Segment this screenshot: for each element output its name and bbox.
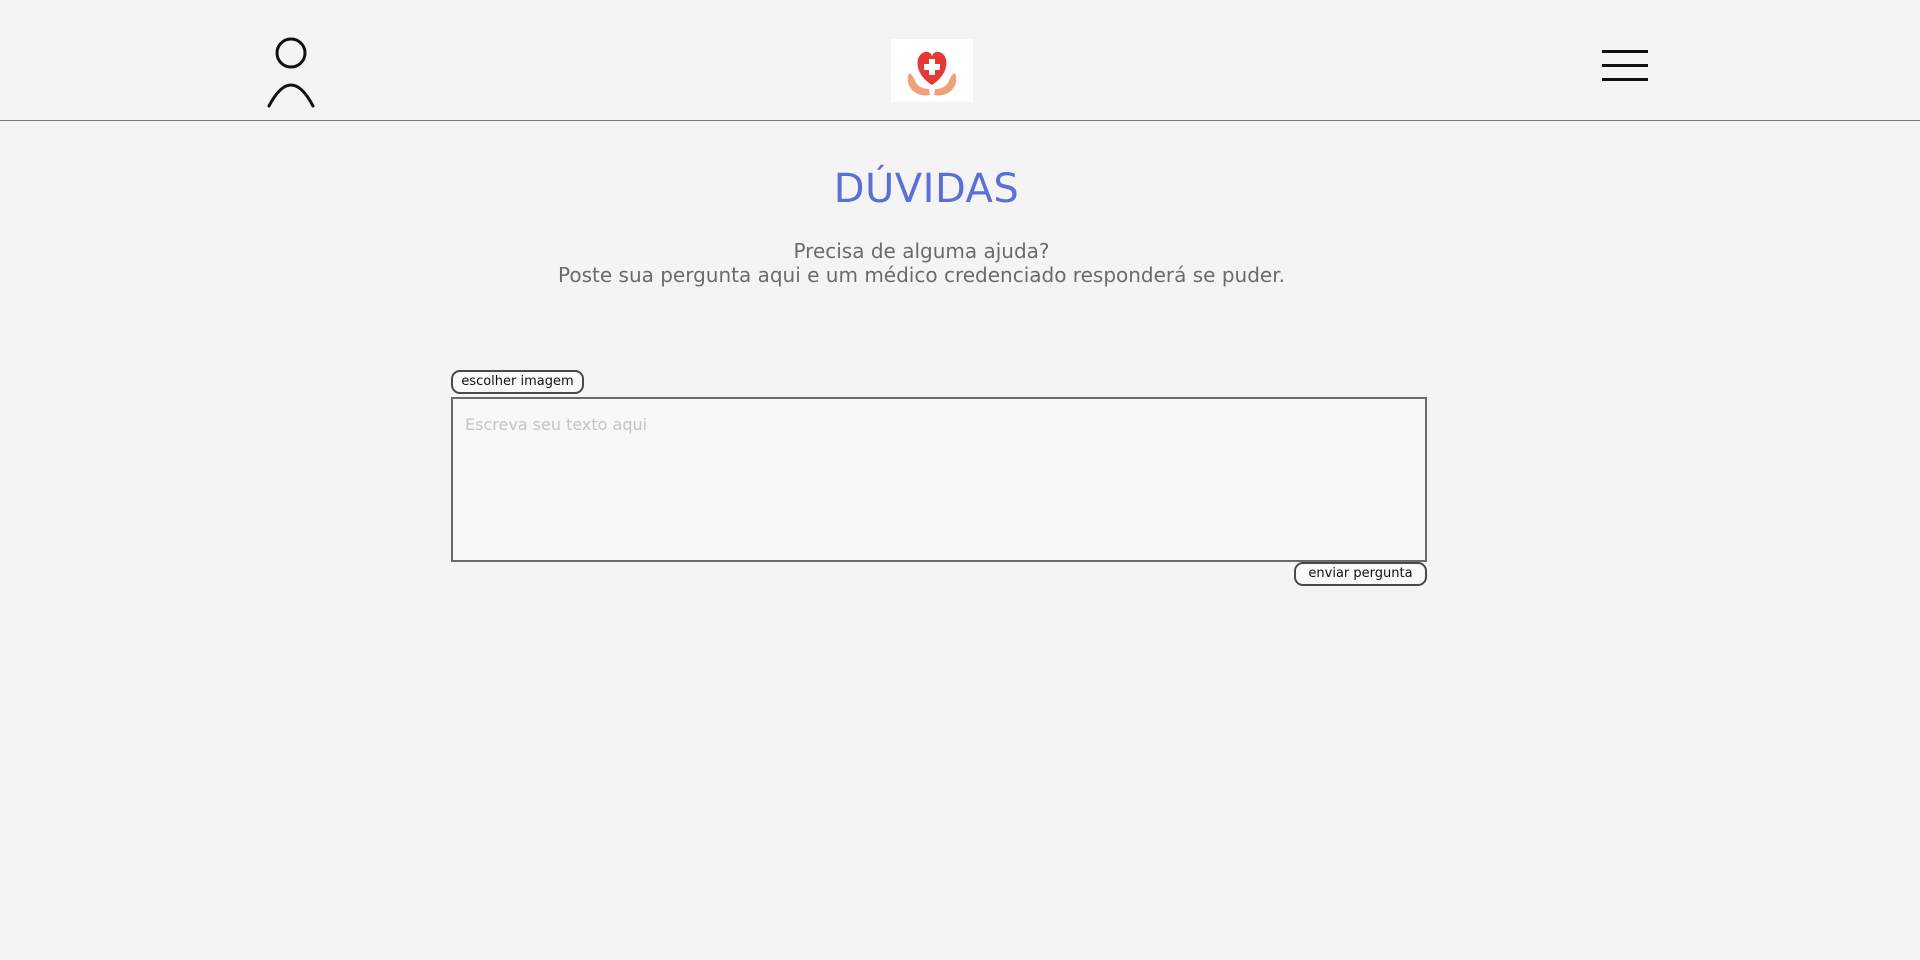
- menu-line: [1602, 64, 1648, 67]
- user-profile-icon: [267, 37, 315, 108]
- send-question-button[interactable]: enviar pergunta: [1294, 562, 1427, 586]
- app-logo[interactable]: [891, 39, 973, 102]
- menu-line: [1602, 78, 1648, 81]
- page: DÚVIDAS Precisa de alguma ajuda? Poste s…: [0, 0, 1920, 960]
- question-text-input[interactable]: [451, 397, 1427, 562]
- hamburger-menu-button[interactable]: [1602, 50, 1649, 84]
- subtitle-line-1: Precisa de alguma ajuda?: [793, 239, 1050, 263]
- choose-image-button[interactable]: escolher imagem: [451, 370, 584, 394]
- page-title: DÚVIDAS: [833, 166, 1020, 212]
- top-header: [0, 0, 1920, 121]
- heart-medical-cross-hands-logo: [907, 51, 957, 96]
- user-profile-button[interactable]: [262, 34, 320, 112]
- subtitle-line-2: Poste sua pergunta aqui e um médico cred…: [558, 263, 1285, 287]
- menu-line: [1602, 50, 1648, 53]
